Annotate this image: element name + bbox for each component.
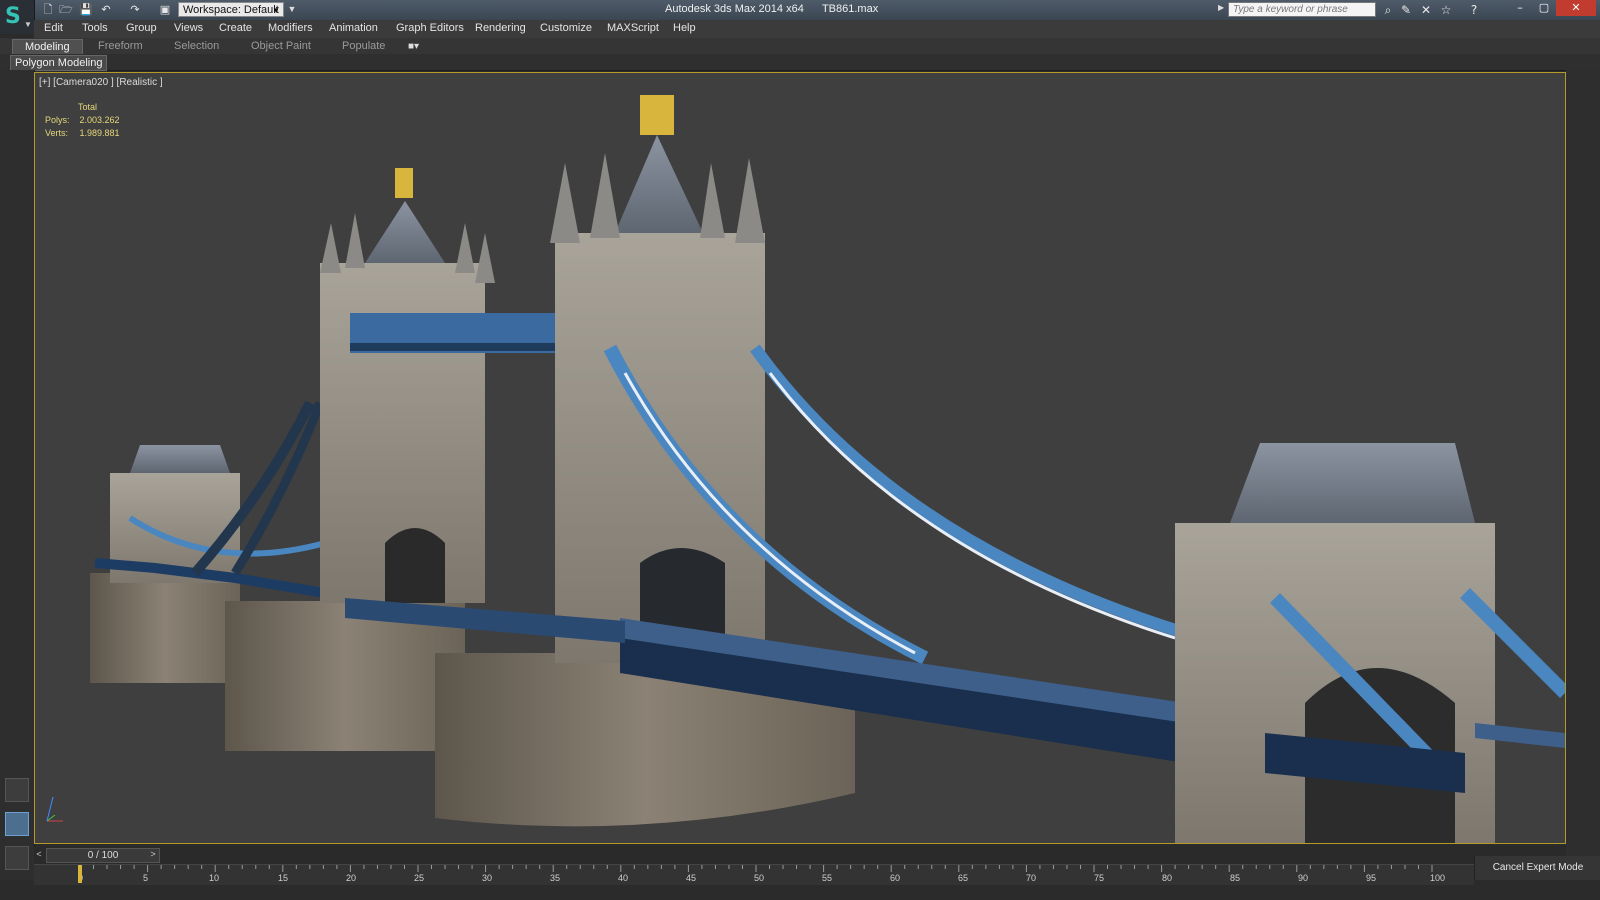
- menu-modifiers[interactable]: Modifiers: [268, 22, 313, 34]
- help-icon[interactable]: ?: [1466, 2, 1482, 18]
- tab-freeform[interactable]: Freeform: [98, 39, 143, 53]
- redo-icon[interactable]: ↷: [127, 2, 143, 18]
- track-ticks: [79, 865, 1433, 872]
- tick-label: 20: [346, 873, 357, 883]
- right-sidebar: [1566, 70, 1600, 880]
- menu-bar: Edit Tools Group Views Create Modifiers …: [34, 20, 1600, 39]
- tick-label: 45: [686, 873, 697, 883]
- polys-value: 2.003.262: [79, 115, 120, 125]
- time-slider[interactable]: 0 / 100: [46, 848, 160, 863]
- menu-edit[interactable]: Edit: [44, 22, 63, 34]
- ribbon-panel: Polygon Modeling: [0, 54, 1600, 71]
- tower-bridge-render: [90, 95, 1565, 843]
- file-name: TB861.max: [821, 3, 879, 15]
- stats-header: Total: [78, 102, 98, 112]
- communication-icon[interactable]: ✕: [1418, 2, 1434, 18]
- tick-label: 55: [822, 873, 833, 883]
- polygon-modeling-panel[interactable]: Polygon Modeling: [10, 55, 108, 71]
- workspace-label: Workspace: Default: [183, 4, 279, 16]
- menu-group[interactable]: Group: [126, 22, 157, 34]
- chevron-down-icon: ▼: [272, 6, 280, 15]
- tick-label: 50: [754, 873, 765, 883]
- tick-label: 30: [482, 873, 493, 883]
- track-bar[interactable]: 0 5 10 15 20 25 30 35 40 45 50 55 60 65 …: [34, 864, 1474, 885]
- left-sidebar: ▶: [0, 70, 35, 880]
- cancel-expert-mode-button[interactable]: Cancel Expert Mode: [1474, 856, 1600, 880]
- tick-label: 95: [1366, 873, 1377, 883]
- search-input[interactable]: Type a keyword or phrase: [1228, 2, 1376, 17]
- menu-views[interactable]: Views: [174, 22, 203, 34]
- quick-access-dropdown[interactable]: ▼: [286, 2, 298, 17]
- tab-selection[interactable]: Selection: [174, 39, 219, 53]
- tick-label: 90: [1298, 873, 1309, 883]
- tick-label: 85: [1230, 873, 1241, 883]
- tick-label: 10: [209, 873, 220, 883]
- tick-label: 5: [143, 873, 149, 883]
- viewport-label[interactable]: [+] [Camera020 ] [Realistic ]: [39, 77, 163, 88]
- tick-label: 25: [414, 873, 425, 883]
- tick-label: 35: [550, 873, 561, 883]
- chevron-down-icon: ▼: [24, 20, 32, 29]
- menu-help[interactable]: Help: [673, 22, 696, 34]
- verts-value: 1.989.881: [79, 128, 120, 138]
- tab-populate[interactable]: Populate: [342, 39, 385, 53]
- open-file-icon[interactable]: 🗁: [58, 2, 74, 18]
- viewport-layout-single[interactable]: [5, 778, 29, 802]
- new-file-icon[interactable]: 🗋: [40, 2, 56, 18]
- save-icon[interactable]: 💾: [78, 2, 94, 18]
- tab-object-paint[interactable]: Object Paint: [251, 39, 311, 53]
- time-cursor[interactable]: [78, 865, 82, 883]
- next-frame-icon[interactable]: >: [148, 848, 158, 861]
- app-title: Autodesk 3ds Max 2014 x64: [665, 3, 804, 15]
- menu-graph-editors[interactable]: Graph Editors: [396, 22, 464, 34]
- tick-label: 65: [958, 873, 969, 883]
- tick-label: 15: [278, 873, 289, 883]
- favorites-star-icon[interactable]: ☆: [1438, 2, 1454, 18]
- tick-label: 60: [890, 873, 901, 883]
- tick-label: 80: [1162, 873, 1173, 883]
- close-button[interactable]: ✕: [1556, 0, 1596, 16]
- scene-statistics: Total Polys: 2.003.262 Verts: 1.989.881: [45, 101, 120, 140]
- tools-icon[interactable]: ✎: [1398, 2, 1414, 18]
- binoculars-icon[interactable]: ⌕: [1380, 2, 1396, 18]
- menu-customize[interactable]: Customize: [540, 22, 592, 34]
- tab-modeling[interactable]: Modeling: [12, 39, 83, 55]
- axis-tripod-icon: [46, 796, 63, 822]
- stats-polys: Polys: 2.003.262: [45, 114, 120, 127]
- play-arrow-icon[interactable]: ▶: [1218, 3, 1224, 12]
- ribbon-tabs: Modeling Freeform Selection Object Paint…: [0, 38, 1600, 55]
- tick-label: 100: [1430, 873, 1446, 883]
- 3dsmax-logo-icon: S: [5, 4, 21, 29]
- workspace-dropdown[interactable]: Workspace: Default ▼: [178, 2, 284, 17]
- project-folder-icon[interactable]: ▣: [157, 2, 173, 18]
- minimize-button[interactable]: –: [1508, 0, 1532, 16]
- stats-verts: Verts: 1.989.881: [45, 127, 120, 140]
- menu-tools[interactable]: Tools: [82, 22, 108, 34]
- menu-create[interactable]: Create: [219, 22, 252, 34]
- polys-label: Polys:: [45, 115, 70, 125]
- tick-label: 40: [618, 873, 629, 883]
- app-menu-button[interactable]: S ▼: [0, 0, 35, 34]
- title-bar: S ▼ 🗋 🗁 💾 ↶ ↷ ▣ Workspace: Default ▼ ▼ A…: [0, 0, 1600, 34]
- maximize-button[interactable]: ▢: [1532, 0, 1556, 16]
- undo-icon[interactable]: ↶: [98, 2, 114, 18]
- menu-maxscript[interactable]: MAXScript: [607, 22, 659, 34]
- viewport-camera[interactable]: [+] [Camera020 ] [Realistic ] Total Poly…: [34, 72, 1566, 844]
- viewport-layout-selected[interactable]: [5, 812, 29, 836]
- menu-animation[interactable]: Animation: [329, 22, 378, 34]
- menu-rendering[interactable]: Rendering: [475, 22, 526, 34]
- time-slider-bar: < 0 / 100 >: [34, 846, 1566, 864]
- prev-frame-icon[interactable]: <: [34, 848, 44, 861]
- verts-label: Verts:: [45, 128, 69, 138]
- window-title: Autodesk 3ds Max 2014 x64 TB861.max: [665, 3, 878, 15]
- tick-label: 70: [1026, 873, 1037, 883]
- ribbon-toggle-icon[interactable]: ■▾: [408, 41, 419, 52]
- viewport-layout-quad[interactable]: [5, 846, 29, 870]
- tick-label: 75: [1094, 873, 1105, 883]
